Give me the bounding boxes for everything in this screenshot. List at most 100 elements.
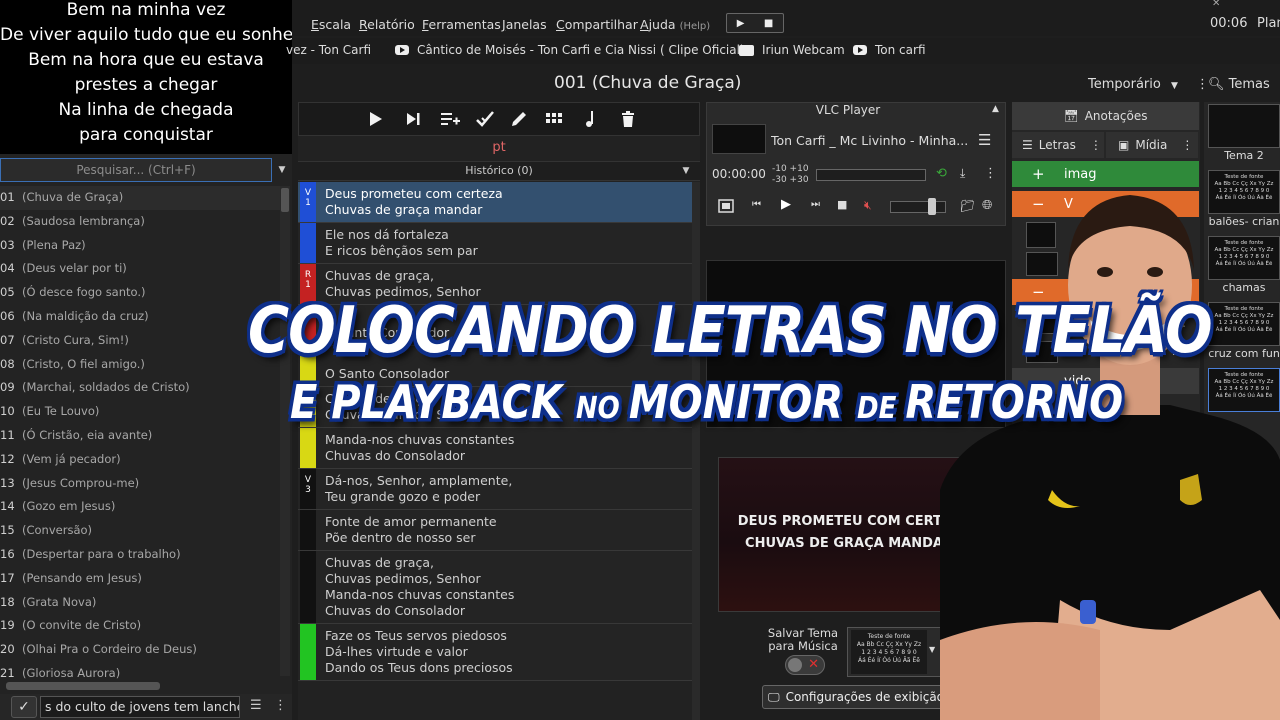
- display-settings-button[interactable]: 🖵︎ Configurações de exibição: [762, 685, 950, 709]
- presentation-controls[interactable]: ▶ ■: [726, 13, 784, 33]
- previous-icon[interactable]: ⏮︎: [752, 199, 761, 210]
- headline-word: E PLAYBACK: [290, 376, 576, 430]
- playlist-icon[interactable]: ☰: [978, 131, 991, 149]
- volume-slider[interactable]: [890, 201, 946, 213]
- bookmark-item[interactable]: Ton carfi: [853, 43, 926, 57]
- message-input[interactable]: s do culto de jovens tem lanche: [40, 696, 240, 718]
- song-list-item[interactable]: 06 (Na maldição da cruz): [0, 305, 280, 329]
- stop-icon[interactable]: ■: [764, 18, 773, 29]
- song-title: 001 (Chuva de Graça): [554, 73, 742, 93]
- verse-line: Deus prometeu com certeza: [325, 186, 503, 201]
- skip-next-icon[interactable]: [402, 108, 424, 130]
- song-list-item[interactable]: 18 (Grata Nova): [0, 591, 280, 615]
- menu-item-escala[interactable]: Escala: [311, 17, 351, 32]
- grid-icon[interactable]: [543, 108, 565, 130]
- song-list-item[interactable]: 12 (Vem já pecador): [0, 448, 280, 472]
- tab-media[interactable]: ▣ Mídia ⋮: [1106, 132, 1198, 158]
- search-options-dropdown[interactable]: ▼: [273, 158, 291, 182]
- edit-icon[interactable]: [508, 108, 530, 130]
- song-list-item[interactable]: 16 (Despertar para o trabalho): [0, 543, 280, 567]
- song-list-item[interactable]: 14 (Gozo em Jesus): [0, 495, 280, 519]
- menu-item-janelas[interactable]: Janelas: [502, 17, 547, 32]
- bookmark-item[interactable]: Iriun Webcam: [739, 43, 845, 57]
- headline-word: NO: [575, 391, 629, 427]
- song-number: 08: [0, 356, 15, 371]
- offset-large[interactable]: -30 +30: [772, 175, 809, 186]
- theme-card-preview[interactable]: [1208, 104, 1280, 148]
- song-list-item[interactable]: 17 (Pensando em Jesus): [0, 567, 280, 591]
- tab-lyrics[interactable]: ☰ Letras ⋮: [1012, 132, 1104, 158]
- temporary-list-dropdown[interactable]: Temporário ▼ ⋮: [1088, 77, 1209, 92]
- bookmark-item[interactable]: vez - Ton Carfi: [286, 43, 371, 57]
- fullscreen-icon[interactable]: [718, 199, 734, 213]
- play-icon[interactable]: [364, 108, 386, 130]
- confirm-check-button[interactable]: ✓: [11, 696, 37, 718]
- add-to-playlist-icon[interactable]: [439, 108, 461, 130]
- menu-item-compartilhar[interactable]: Compartilhar: [556, 17, 638, 32]
- song-number: 06: [0, 308, 15, 323]
- song-title: (Cristo Cura, Sim!): [22, 332, 129, 347]
- verse-line: Põe dentro de nosso ser: [325, 530, 476, 545]
- tab-themes[interactable]: 🔍︎ Temas: [1208, 77, 1270, 92]
- stop-icon[interactable]: ■: [837, 198, 847, 211]
- menu-item-relatório[interactable]: Relatório: [359, 17, 415, 32]
- verse-slide[interactable]: Fonte de amor permanente Põe dentro de no…: [298, 510, 700, 551]
- more-options-icon[interactable]: ⋮: [1090, 138, 1102, 152]
- chevron-down-icon[interactable]: ▼: [929, 645, 935, 654]
- spellcheck-icon[interactable]: [474, 108, 496, 130]
- history-dropdown[interactable]: Histórico (0): [298, 161, 700, 181]
- search-input[interactable]: Pesquisar... (Ctrl+F): [0, 158, 272, 182]
- song-list-horizontal-scrollbar[interactable]: [6, 682, 160, 690]
- verse-slide[interactable]: Faze os Teus servos piedosos Dá-lhes virt…: [298, 624, 700, 681]
- window-close-icon[interactable]: ✕: [1212, 0, 1220, 9]
- verse-slide[interactable]: Chuvas de graça, Chuvas pedimos, Senhor Ma…: [298, 551, 700, 624]
- song-list-item[interactable]: 09 (Marchai, soldados de Cristo): [0, 376, 280, 400]
- volume-slider-knob[interactable]: [928, 198, 936, 215]
- more-options-icon[interactable]: ⋮: [274, 698, 287, 716]
- song-list-item[interactable]: 15 (Conversão): [0, 519, 280, 543]
- bookmark-item[interactable]: Cântico de Moisés - Ton Carfi e Cia Niss…: [395, 43, 745, 57]
- song-list-item[interactable]: 02 (Saudosa lembrança): [0, 210, 280, 234]
- verse-slide[interactable]: Ele nos dá fortaleza E ricos bênçãos sem …: [298, 223, 700, 264]
- song-list-item[interactable]: 03 (Plena Paz): [0, 234, 280, 258]
- song-title: (Olhai Pra o Cordeiro de Deus): [22, 642, 197, 657]
- song-list-item[interactable]: 19 (O convite de Cristo): [0, 614, 280, 638]
- seek-bar[interactable]: [816, 169, 926, 181]
- song-list-item[interactable]: 13 (Jesus Comprou-me): [0, 472, 280, 496]
- verse-line: Ele nos dá fortaleza: [325, 227, 449, 242]
- play-icon[interactable]: ▶: [781, 197, 791, 212]
- verse-slide[interactable]: Manda-nos chuvas constantes Chuvas do Con…: [298, 428, 700, 469]
- save-theme-toggle[interactable]: ✕: [785, 655, 825, 675]
- temporary-label: Temporário: [1088, 77, 1161, 92]
- theme-preview-line: 1 2 3 4 5 6 7 8 9 0: [861, 649, 917, 656]
- next-icon[interactable]: ⏭︎: [811, 199, 820, 210]
- song-list-item[interactable]: 04 (Deus velar por ti): [0, 257, 280, 281]
- song-list-item[interactable]: 05 (Ó desce fogo santo.): [0, 281, 280, 305]
- camera-icon: [739, 44, 754, 56]
- song-list-item[interactable]: 10 (Eu Te Louvo): [0, 400, 280, 424]
- song-list-item[interactable]: 11 (Ó Cristão, eia avante): [0, 424, 280, 448]
- language-label[interactable]: pt: [298, 140, 700, 155]
- time-offset-buttons[interactable]: -10 +10 -30 +30: [772, 164, 809, 186]
- menu-item-ferramentas[interactable]: Ferramentas: [422, 17, 501, 32]
- delete-icon[interactable]: [617, 108, 639, 130]
- collapse-icon[interactable]: ▲: [992, 104, 999, 114]
- music-note-icon[interactable]: [580, 108, 602, 130]
- song-list-item[interactable]: 20 (Olhai Pra o Cordeiro de Deus): [0, 638, 280, 662]
- vlc-track-title: Ton Carfi _ Mc Livinho - Minha...: [771, 133, 969, 148]
- verse-list-scrollbar[interactable]: [692, 182, 700, 720]
- menu-item-ajuda[interactable]: Ajuda (Help): [640, 17, 710, 32]
- song-list-scrollbar[interactable]: [280, 186, 290, 676]
- song-list-item[interactable]: 01 (Chuva de Graça): [0, 186, 280, 210]
- verse-slide[interactable]: V 3 Dá-nos, Senhor, amplamente, Teu grande …: [298, 469, 700, 510]
- song-list-item[interactable]: 07 (Cristo Cura, Sim!): [0, 329, 280, 353]
- verse-slide[interactable]: V 1 Deus prometeu com certeza Chuvas de gra…: [298, 182, 700, 223]
- play-icon[interactable]: ▶: [737, 18, 745, 29]
- list-view-icon[interactable]: ☰: [250, 698, 266, 716]
- song-list-item[interactable]: 08 (Cristo, O fiel amigo.): [0, 353, 280, 377]
- offset-small[interactable]: -10 +10: [772, 164, 809, 175]
- mute-icon[interactable]: 🔇︎: [864, 198, 872, 213]
- more-options-icon[interactable]: ⋮: [1181, 138, 1193, 152]
- tab-annotations[interactable]: 📅︎ Anotações: [1012, 102, 1199, 130]
- chevron-down-icon[interactable]: ▼: [676, 161, 696, 181]
